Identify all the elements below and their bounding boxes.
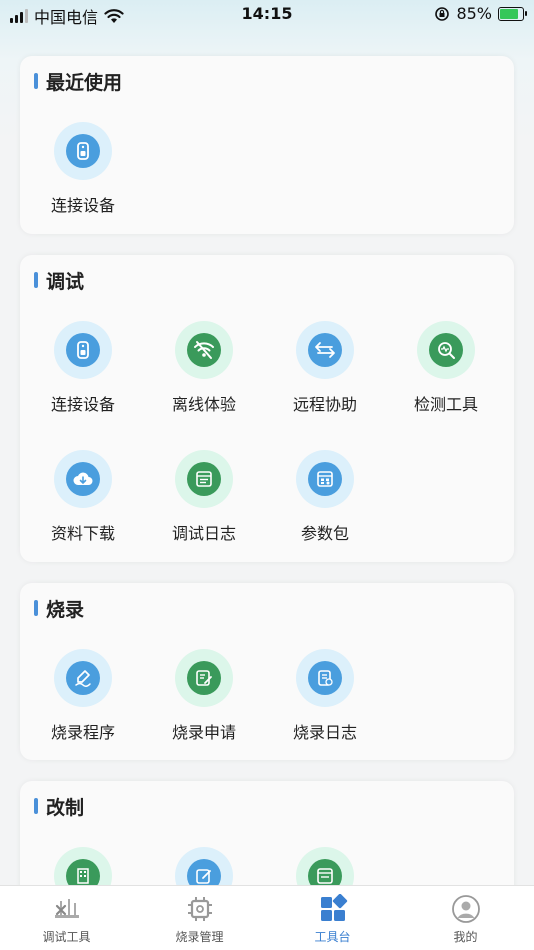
debug-offline-experience[interactable]: 离线体验 (149, 321, 259, 421)
title-accent-bar (34, 798, 38, 814)
title-accent-bar (34, 600, 38, 616)
modify-section-title: 改制 (34, 793, 84, 819)
tab-debug-tools[interactable]: 调试工具 (0, 886, 133, 950)
tab-workbench[interactable]: 工具台 (266, 886, 399, 950)
chip-gear-icon (185, 894, 215, 924)
flash-application[interactable]: 烧录申请 (149, 649, 259, 749)
tab-flash-management[interactable]: 烧录管理 (133, 886, 266, 950)
device-icon (66, 333, 100, 367)
parameter-grid-icon (308, 462, 342, 496)
battery-icon (498, 6, 527, 21)
flash-section-card: 烧录 烧录程序 烧录申请 烧录日志 (20, 583, 514, 760)
cloud-download-icon (66, 462, 100, 496)
wifi-off-icon (187, 333, 221, 367)
recent-section-card: 最近使用 连接设备 (20, 56, 514, 234)
title-accent-bar (34, 73, 38, 89)
status-right: 85% (434, 4, 527, 23)
status-bar: 中国电信 14:15 85% (0, 0, 534, 30)
recent-section-title: 最近使用 (34, 68, 122, 94)
magnifier-pulse-icon (429, 333, 463, 367)
debug-detection-tools[interactable]: 检测工具 (391, 321, 501, 421)
debug-connect-device[interactable]: 连接设备 (28, 321, 138, 421)
battery-percent: 85% (456, 4, 492, 23)
user-avatar-icon (451, 894, 481, 924)
debug-data-download[interactable]: 资料下载 (28, 450, 138, 550)
debug-log[interactable]: 调试日志 (149, 450, 259, 550)
flash-section-title: 烧录 (34, 595, 84, 621)
debug-parameter-pack[interactable]: 参数包 (270, 450, 380, 550)
debug-section-card: 调试 连接设备 离线体验 远程协助 检测工具 资料下载 调试日志 参数包 (20, 255, 514, 562)
edit-form-icon (187, 661, 221, 695)
transfer-arrows-icon (308, 333, 342, 367)
rotation-lock-icon (435, 6, 450, 21)
log-file-icon (308, 661, 342, 695)
flash-program[interactable]: 烧录程序 (28, 649, 138, 749)
title-accent-bar (34, 272, 38, 288)
device-icon (66, 134, 100, 168)
debug-remote-assist[interactable]: 远程协助 (270, 321, 380, 421)
debug-tools-icon (52, 894, 82, 924)
log-document-icon (187, 462, 221, 496)
recent-connect-device[interactable]: 连接设备 (28, 122, 138, 222)
workbench-grid-icon (318, 894, 348, 924)
bottom-tab-bar: 调试工具 烧录管理 工具台 我的 (0, 885, 534, 950)
debug-section-title: 调试 (34, 267, 84, 293)
tab-mine[interactable]: 我的 (399, 886, 532, 950)
flash-log[interactable]: 烧录日志 (270, 649, 380, 749)
pen-signature-icon (66, 661, 100, 695)
